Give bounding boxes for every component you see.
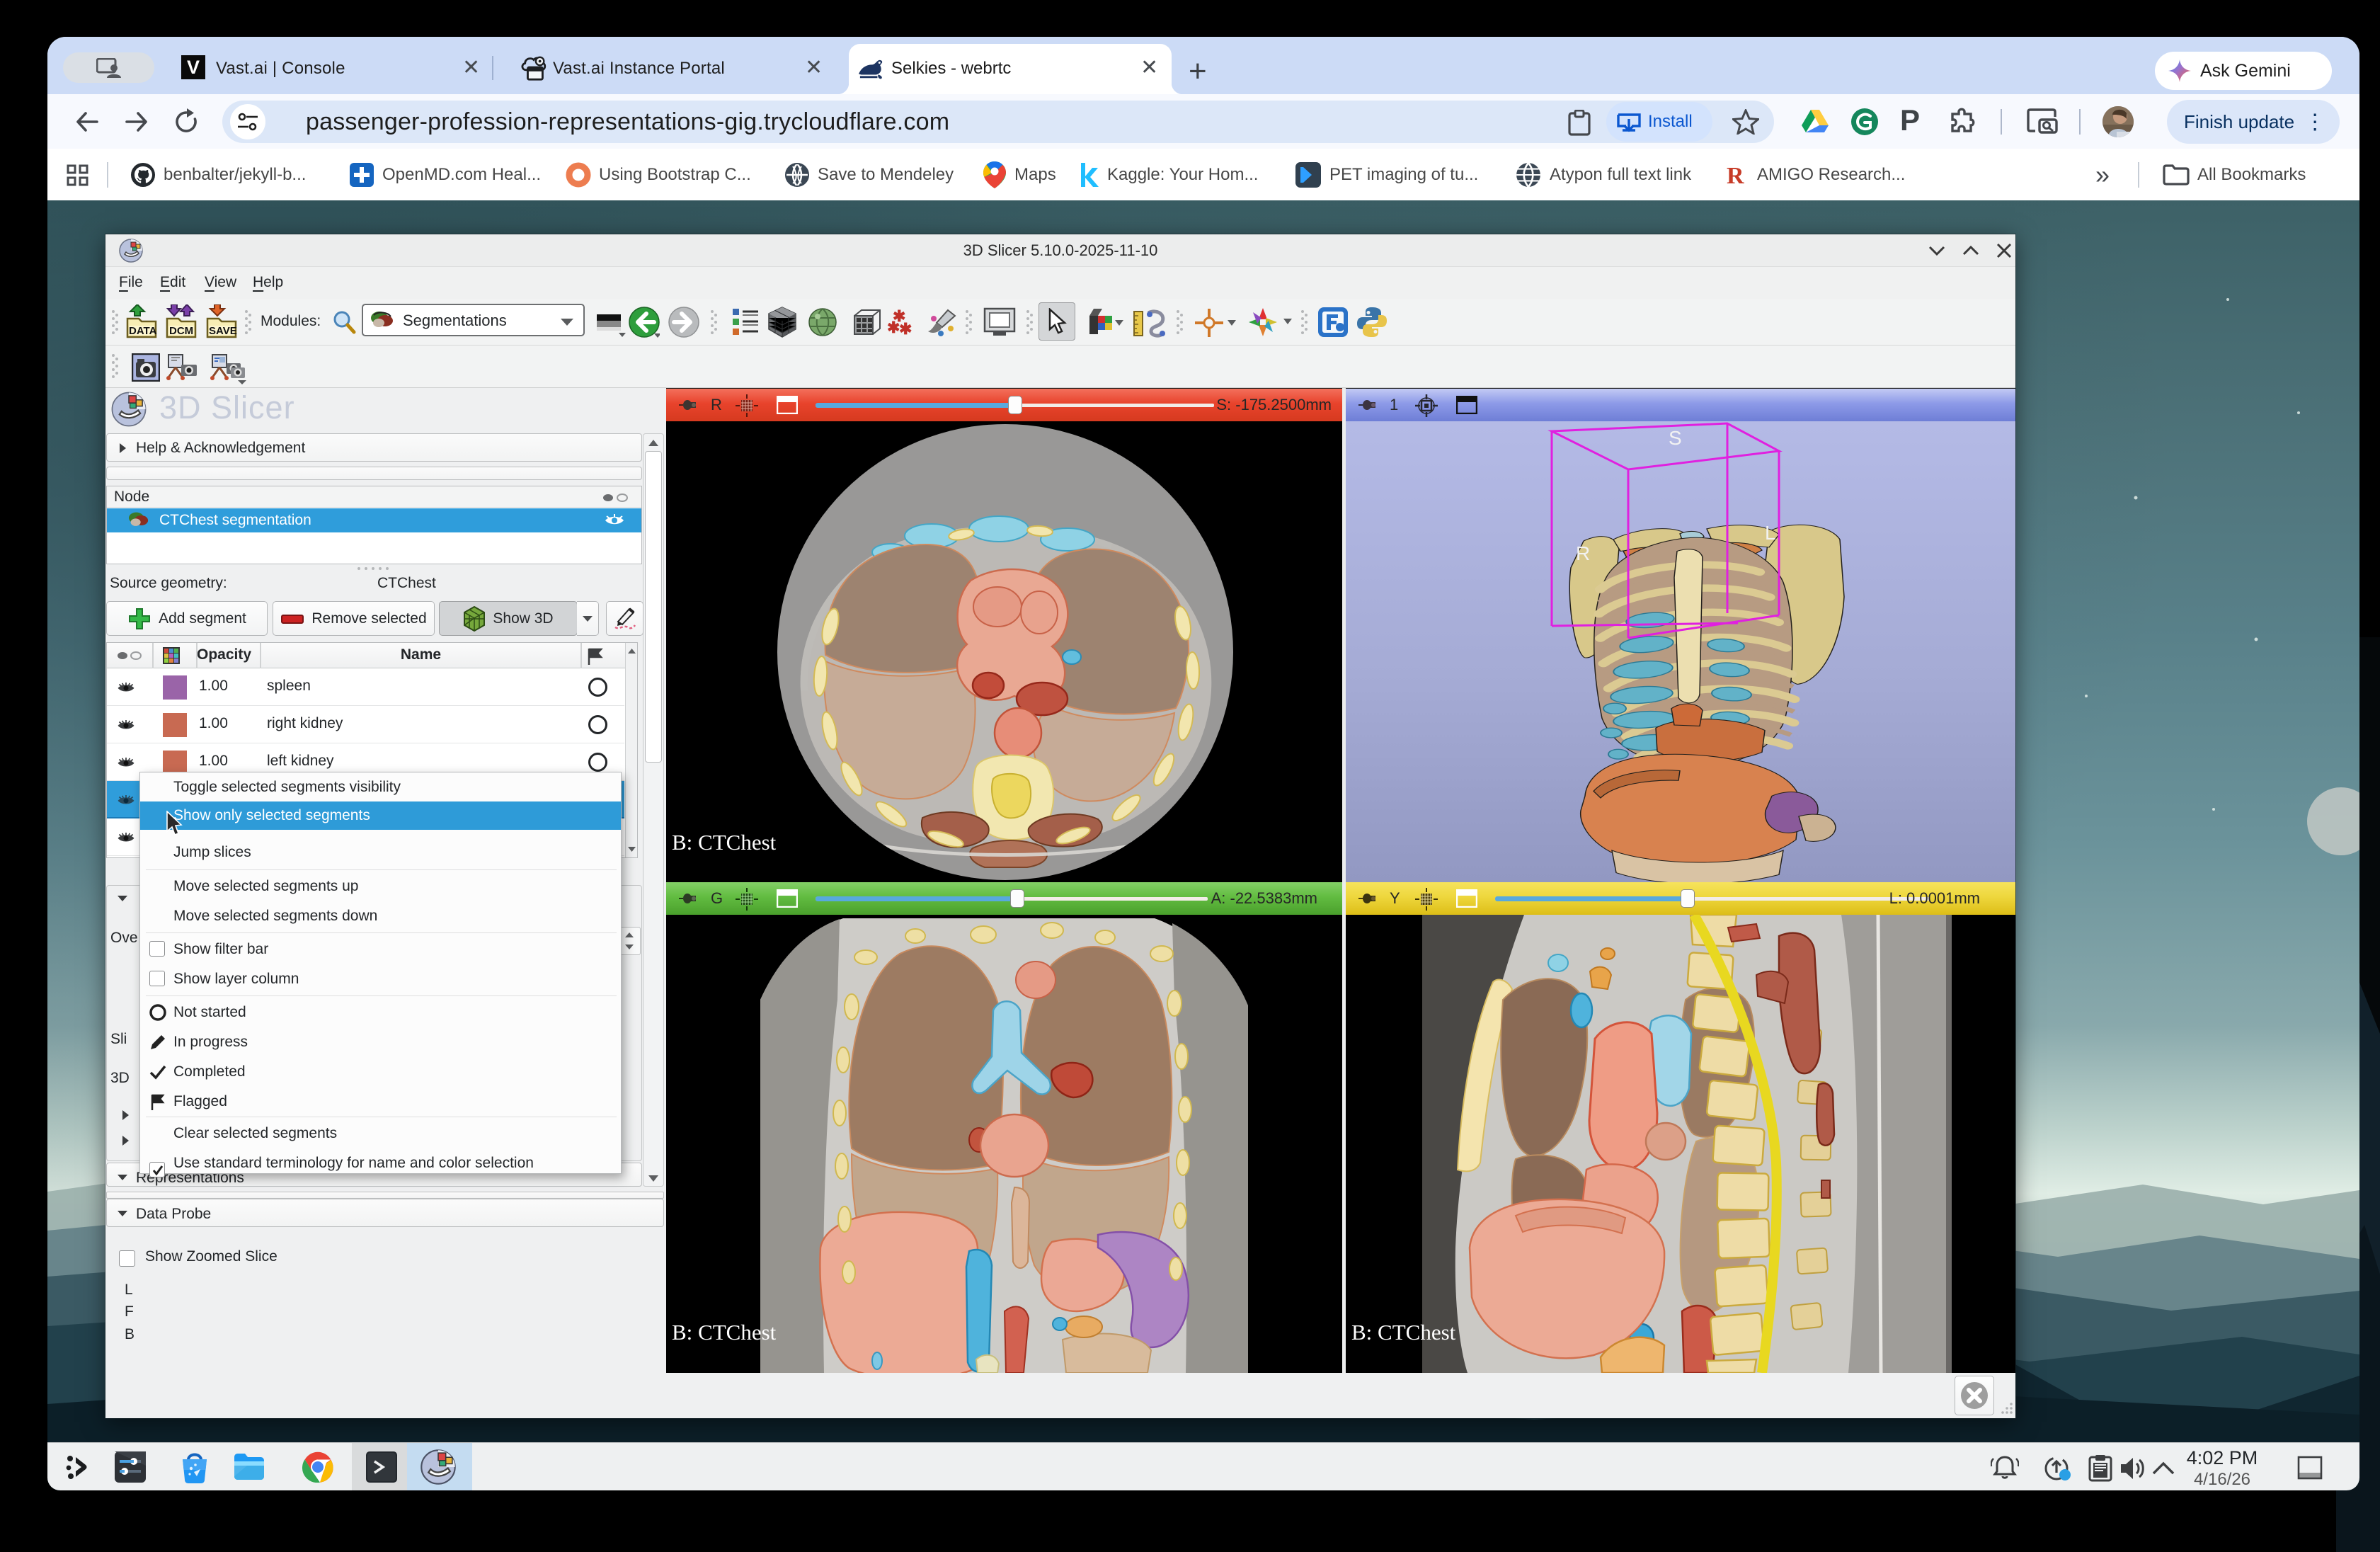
svg-text:B: CTChest: B: CTChest xyxy=(672,1320,777,1345)
svg-text:SAVE: SAVE xyxy=(209,325,237,337)
svg-text:R: R xyxy=(1576,542,1590,564)
svg-text:R: R xyxy=(1727,163,1744,188)
svg-text:S: S xyxy=(1669,427,1682,449)
svg-text:B: CTChest: B: CTChest xyxy=(1351,1320,1456,1345)
svg-text:L: L xyxy=(1765,522,1776,544)
svg-text:DCM: DCM xyxy=(169,325,193,337)
svg-text:B: CTChest: B: CTChest xyxy=(672,830,777,855)
svg-text:✱: ✱ xyxy=(887,319,900,336)
svg-text:DATA: DATA xyxy=(129,325,157,337)
svg-text:✱: ✱ xyxy=(899,320,912,337)
